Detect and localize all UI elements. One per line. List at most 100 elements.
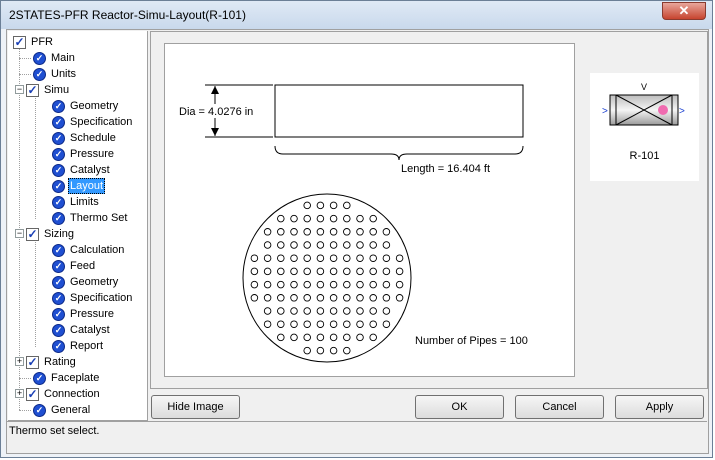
length-label: Length = 16.404 ft xyxy=(401,163,490,175)
hide-image-button[interactable]: Hide Image xyxy=(151,395,240,419)
tree-label: Feed xyxy=(70,260,96,272)
check-circle-icon: ✓ xyxy=(52,99,65,113)
tree-item-general[interactable]: ✓ General xyxy=(19,402,92,418)
tree-item-simu[interactable]: ✓ Simu xyxy=(26,82,71,98)
pipe-hole xyxy=(329,346,338,355)
pipe-hole xyxy=(395,267,404,276)
pipe-hole xyxy=(343,201,351,210)
checkbox-checked-icon[interactable]: ✓ xyxy=(26,355,39,369)
reactor-tube-outline xyxy=(274,84,524,138)
tree-label: Catalyst xyxy=(70,324,110,336)
checkbox-checked-icon[interactable]: ✓ xyxy=(26,83,39,97)
tree-label: Faceplate xyxy=(51,372,100,384)
tree-label: Connection xyxy=(44,388,100,400)
pipe-hole xyxy=(356,307,364,315)
check-circle-icon: ✓ xyxy=(52,339,65,353)
tree-item-thermo-set[interactable]: ✓ Thermo Set xyxy=(36,210,129,226)
tree-label: Pressure xyxy=(70,148,115,160)
close-button[interactable]: ✕ xyxy=(662,2,706,20)
status-bar-text: Thermo set select. xyxy=(9,425,100,437)
pipe-hole xyxy=(343,294,351,302)
pipe-hole xyxy=(250,254,259,262)
pipe-hole xyxy=(303,214,311,223)
tree-item-report[interactable]: ✓ Report xyxy=(36,338,105,354)
pipe-hole xyxy=(316,241,325,249)
tree-item-calculation[interactable]: ✓ Calculation xyxy=(36,242,126,258)
check-circle-icon: ✓ xyxy=(52,163,65,177)
tree-item-units[interactable]: ✓ Units xyxy=(19,66,78,82)
tree-label: PFR xyxy=(31,36,53,48)
pipe-hole xyxy=(329,254,338,262)
tree-label: Rating xyxy=(44,356,76,368)
pipe-hole xyxy=(369,320,377,328)
tree-item-sizing-pressure[interactable]: ✓ Pressure xyxy=(36,306,116,322)
collapse-toggle[interactable]: − xyxy=(15,85,24,94)
tree-item-schedule[interactable]: ✓ Schedule xyxy=(36,130,118,146)
tree-item-specification[interactable]: ✓ Specification xyxy=(36,114,134,130)
collapse-toggle[interactable]: − xyxy=(15,229,24,238)
outlet-arrow-icon: > xyxy=(679,106,685,117)
tree-item-catalyst[interactable]: ✓ Catalyst xyxy=(36,162,112,178)
tube-sheet-circle xyxy=(242,193,412,363)
tree-item-pressure[interactable]: ✓ Pressure xyxy=(36,146,116,162)
apply-button[interactable]: Apply xyxy=(615,395,704,419)
pipe-hole xyxy=(316,307,325,315)
title-bar[interactable]: 2STATES-PFR Reactor-Simu-Layout(R-101) ✕ xyxy=(1,1,712,29)
pipe-hole xyxy=(369,214,377,223)
pipe-hole xyxy=(329,320,338,328)
tree-label: Simu xyxy=(44,84,70,96)
tree-item-connection[interactable]: ✓ Connection xyxy=(26,386,102,402)
tree-label: Schedule xyxy=(70,132,116,144)
pipe-hole xyxy=(382,307,391,315)
checkbox-checked-icon[interactable]: ✓ xyxy=(26,387,39,401)
pipe-hole xyxy=(369,267,377,276)
check-circle-icon: ✓ xyxy=(33,403,46,417)
checkbox-checked-icon[interactable]: ✓ xyxy=(13,35,26,49)
pipe-hole xyxy=(290,320,298,328)
pipe-hole xyxy=(356,280,364,289)
pipe-hole xyxy=(329,214,338,223)
pipe-hole xyxy=(290,214,298,223)
pipe-hole xyxy=(303,346,311,355)
check-circle-icon: ✓ xyxy=(52,131,65,145)
pipe-hole xyxy=(263,307,272,315)
pipe-hole xyxy=(277,280,285,289)
pipe-hole xyxy=(329,307,338,315)
tree-item-sizing[interactable]: ✓ Sizing xyxy=(26,226,76,242)
pipe-hole xyxy=(395,280,404,289)
pipe-hole xyxy=(290,267,298,276)
expand-toggle[interactable]: + xyxy=(15,357,24,366)
pipe-hole xyxy=(290,333,298,342)
tree-item-faceplate[interactable]: ✓ Faceplate xyxy=(19,370,101,386)
tree-item-rating[interactable]: ✓ Rating xyxy=(26,354,78,370)
tree-item-sizing-specification[interactable]: ✓ Specification xyxy=(36,290,134,306)
cancel-button[interactable]: Cancel xyxy=(515,395,604,419)
pipe-hole xyxy=(303,280,311,289)
checkbox-checked-icon[interactable]: ✓ xyxy=(26,227,39,241)
pipe-hole xyxy=(369,254,377,262)
tree-connector xyxy=(19,58,31,59)
tree-root-pfr[interactable]: ✓ PFR xyxy=(13,34,55,50)
navigation-tree[interactable]: ✓ PFR ✓ Main ✓ Units − ✓ Simu ✓ Geometry … xyxy=(8,31,148,421)
expand-toggle[interactable]: + xyxy=(15,389,24,398)
tree-item-geometry[interactable]: ✓ Geometry xyxy=(36,98,120,114)
pipe-hole xyxy=(290,228,298,236)
layout-panel: Dia = 4.0276 in Length = 16.404 ft Numbe… xyxy=(150,31,708,389)
pipe-hole xyxy=(316,267,325,276)
tree-connector xyxy=(19,74,31,75)
pipe-hole xyxy=(263,320,272,328)
tree-item-limits[interactable]: ✓ Limits xyxy=(36,194,101,210)
pipe-hole xyxy=(382,254,391,262)
tree-item-sizing-geometry[interactable]: ✓ Geometry xyxy=(36,274,120,290)
pipe-hole xyxy=(277,320,285,328)
tree-item-layout[interactable]: ✓ Layout xyxy=(36,178,106,194)
ok-button[interactable]: OK xyxy=(415,395,504,419)
pipe-hole xyxy=(343,320,351,328)
tree-item-sizing-catalyst[interactable]: ✓ Catalyst xyxy=(36,322,112,338)
pipe-hole xyxy=(290,307,298,315)
tree-item-main[interactable]: ✓ Main xyxy=(19,50,77,66)
check-circle-icon: ✓ xyxy=(52,307,65,321)
pipe-hole xyxy=(303,320,311,328)
tree-item-feed[interactable]: ✓ Feed xyxy=(36,258,97,274)
tree-label: Geometry xyxy=(70,276,119,288)
